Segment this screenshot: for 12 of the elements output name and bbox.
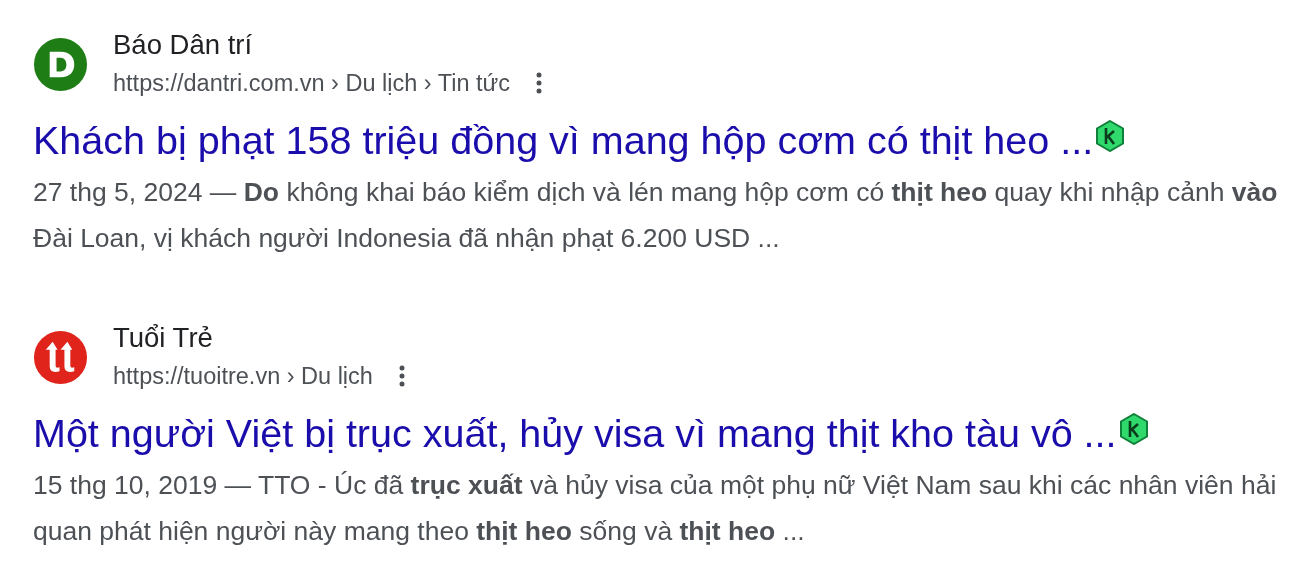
site-name: Tuổi Trẻ bbox=[113, 321, 214, 355]
more-options-icon[interactable] bbox=[536, 71, 543, 95]
breadcrumb-url[interactable]: https://dantri.com.vn › Du lịch › Tin tức bbox=[113, 64, 511, 102]
result-title-link[interactable]: Khách bị phạt 158 triệu đồng vì mang hộp cơm có thịt heo ... bbox=[33, 115, 1094, 165]
site-name: Báo Dân trí bbox=[113, 28, 254, 62]
result-title-link[interactable]: Một người Việt bị trục xuất, hủy visa vì mang thịt kho tàu vô ... bbox=[33, 408, 1117, 458]
site-logo-icon[interactable] bbox=[33, 329, 88, 385]
result-snippet: 15 thg 10, 2019 — TTO - Úc đã trục xuất và hủy visa của một phụ nữ Việt Nam sau khi các nhân viên hải quan phát hiện người này mang theo thịt heo sống và thịt heo ... bbox=[33, 469, 1278, 548]
more-options-icon[interactable] bbox=[398, 364, 405, 388]
result-snippet: 27 thg 5, 2024 — Do không khai báo kiểm dịch và lén mang hộp cơm có thịt heo quay khi nhập cảnh vào Đài Loan, vị khách người Indonesia đã nhận phạt 6.200 USD ... bbox=[33, 176, 1278, 255]
breadcrumb-url[interactable]: https://tuoitre.vn › Du lịch bbox=[113, 357, 373, 395]
site-logo-icon[interactable] bbox=[33, 36, 88, 92]
